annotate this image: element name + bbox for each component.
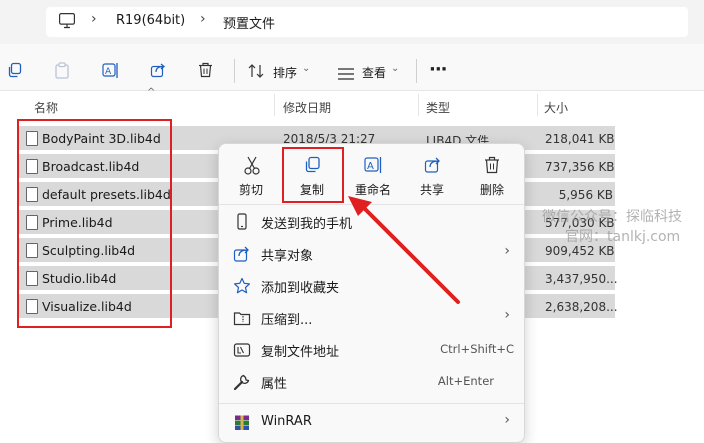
cut-button[interactable]: 剪切 [226,146,276,200]
svg-text:A: A [367,161,374,172]
star-icon [233,277,251,295]
file-size: 5,956 KB [558,188,613,202]
file-size: 909,452 KB [545,244,615,258]
column-divider [418,94,419,116]
watermark-line: 官网：tanlkj.com [565,229,681,245]
view-icon [338,65,354,84]
phone-icon [233,213,251,231]
delete-label: 删除 [479,183,504,197]
cut-label: 剪切 [238,183,263,197]
file-selection-highlight [17,119,172,328]
menu-item-label: 添加到收藏夹 [261,281,340,296]
column-header-size[interactable]: 大小 [544,99,568,116]
share-icon [233,245,251,263]
zip-icon [233,309,251,327]
paste-icon[interactable] [54,62,70,84]
view-button[interactable]: 查看 ⌄ [338,60,404,84]
winrar-icon [233,414,251,432]
copy-button-highlight [282,147,344,203]
trash-icon [484,156,504,176]
annotation-arrow-icon [348,196,460,304]
column-header-name[interactable]: 名称 [34,99,58,116]
menu-item-shortcut: Alt+Enter [437,374,494,388]
column-header-type[interactable]: 类型 [426,99,450,116]
watermark-line: 微信公众号：探临科技 [542,209,682,225]
chevron-right-icon: › [504,412,510,428]
chevron-right-icon: › [504,243,510,259]
rename-icon[interactable]: A [102,62,120,83]
chevron-down-icon: ⌄ [391,63,400,74]
delete-button[interactable]: 删除 [467,146,517,200]
column-divider [537,94,538,116]
this-pc-icon-inner [59,13,76,33]
menu-item-label: 发送到我的手机 [261,217,353,232]
menu-item-label: 属性 [261,377,288,392]
column-divider [274,94,275,116]
menu-item-winrar[interactable]: WinRAR › [233,408,510,438]
menu-item-label: 共享对象 [261,249,314,264]
menu-item-shortcut: Ctrl+Shift+C [440,342,514,356]
chevron-down-icon: ⌄ [302,63,311,74]
sort-ascending-icon: ^ [147,87,156,98]
view-label: 查看 [362,66,387,80]
breadcrumb-separator-icon: › [200,11,206,27]
menu-item-label: 压缩到... [261,313,313,328]
toolbar-divider [416,59,417,83]
breadcrumb-item[interactable]: 预置文件 [223,13,275,32]
menu-item-label: WinRAR [261,414,312,429]
svg-text:A: A [105,67,112,77]
breadcrumb-separator-icon: › [91,11,97,27]
sort-label: 排序 [273,66,298,80]
chevron-right-icon: › [504,307,510,323]
menu-item-label: 复制文件地址 [261,345,340,360]
wrench-icon [233,373,251,391]
more-options-icon[interactable]: ··· [429,59,447,80]
share-icon [424,156,444,176]
trash-icon[interactable] [198,62,213,82]
breadcrumb-item[interactable]: R19(64bit) [116,13,185,28]
menu-divider [219,403,524,404]
menu-item-copy-path[interactable]: 复制文件地址 Ctrl+Shift+C [233,335,514,365]
rename-icon: A [364,156,384,176]
file-size: 218,041 KB [545,132,615,146]
share-icon[interactable] [150,62,166,82]
sort-icon [248,63,266,83]
menu-item-properties[interactable]: 属性 Alt+Enter [233,367,510,397]
scissors-icon [243,156,263,176]
file-size: 737,356 KB [545,160,615,174]
file-size: 3,437,950... [545,272,618,286]
path-icon [233,341,251,359]
copy-icon[interactable] [7,62,23,82]
file-size: 2,638,208... [545,300,618,314]
column-header-modified[interactable]: 修改日期 [283,99,331,116]
toolbar-divider [234,59,235,83]
sort-button[interactable]: 排序 ⌄ [248,60,312,84]
